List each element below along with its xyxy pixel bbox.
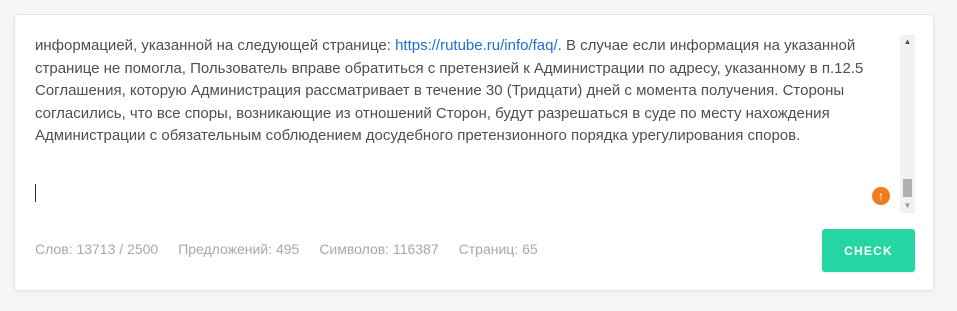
page-count: Страниц: 65 bbox=[458, 241, 538, 257]
text-caret bbox=[35, 184, 36, 202]
scroll-thumb[interactable] bbox=[903, 179, 912, 197]
text-stats: Слов: 13713 / 2500 Предложений: 495 Симв… bbox=[35, 241, 538, 257]
scroll-up-icon[interactable]: ▲ bbox=[900, 35, 915, 49]
check-button[interactable]: CHECK bbox=[822, 229, 915, 272]
sentence-count: Предложений: 495 bbox=[178, 241, 300, 257]
editor-content[interactable]: информацией, указанной на следующей стра… bbox=[35, 35, 895, 148]
text-editor[interactable]: информацией, указанной на следующей стра… bbox=[35, 35, 895, 215]
character-count: Символов: 116387 bbox=[319, 241, 439, 257]
word-count: Слов: 13713 / 2500 bbox=[35, 241, 159, 257]
editor-scrollbar[interactable]: ▲ ▼ bbox=[900, 35, 915, 213]
editor-text-before-link: информацией, указанной на следующей стра… bbox=[35, 37, 396, 54]
faq-link[interactable]: https://rutube.ru/info/faq/ bbox=[395, 37, 558, 54]
text-checker-card: информацией, указанной на следующей стра… bbox=[14, 14, 934, 291]
scroll-down-icon[interactable]: ▼ bbox=[900, 199, 915, 213]
arrow-up-icon[interactable]: ↑ bbox=[872, 187, 890, 205]
